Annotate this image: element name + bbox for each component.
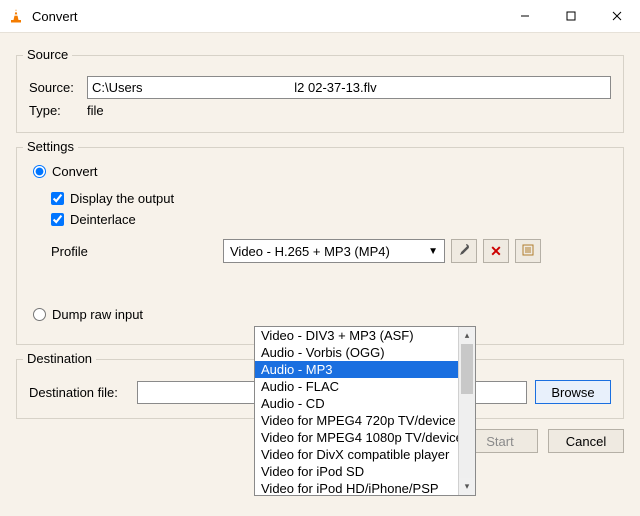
window-title: Convert bbox=[32, 9, 502, 24]
profile-combobox[interactable]: Video - H.265 + MP3 (MP4) ▼ bbox=[223, 239, 445, 263]
destination-legend: Destination bbox=[23, 351, 96, 366]
convert-radio-label: Convert bbox=[52, 164, 98, 179]
profile-option[interactable]: Audio - MP3 bbox=[255, 361, 475, 378]
wrench-icon bbox=[457, 243, 471, 260]
settings-group: Settings Convert Display the output Dein… bbox=[16, 147, 624, 345]
source-label: Source: bbox=[29, 80, 87, 95]
profile-option[interactable]: Video - DIV3 + MP3 (ASF) bbox=[255, 327, 475, 344]
deinterlace-checkbox[interactable]: Deinterlace bbox=[51, 212, 611, 227]
source-legend: Source bbox=[23, 47, 72, 62]
deinterlace-label: Deinterlace bbox=[70, 212, 136, 227]
display-output-label: Display the output bbox=[70, 191, 174, 206]
minimize-button[interactable] bbox=[502, 0, 548, 33]
dump-raw-radio-label: Dump raw input bbox=[52, 307, 143, 322]
titlebar: Convert bbox=[0, 0, 640, 33]
profile-option[interactable]: Video for iPod HD/iPhone/PSP bbox=[255, 480, 475, 495]
delete-profile-button[interactable]: ✕ bbox=[483, 239, 509, 263]
profile-option[interactable]: Video for MPEG4 1080p TV/device bbox=[255, 429, 475, 446]
convert-radio-input[interactable] bbox=[33, 165, 46, 178]
edit-profile-button[interactable] bbox=[451, 239, 477, 263]
delete-x-icon: ✕ bbox=[490, 243, 502, 260]
dump-raw-radio[interactable]: Dump raw input bbox=[33, 307, 611, 322]
display-output-checkbox-input[interactable] bbox=[51, 192, 64, 205]
new-profile-button[interactable] bbox=[515, 239, 541, 263]
type-label: Type: bbox=[29, 103, 87, 118]
convert-radio[interactable]: Convert bbox=[33, 164, 611, 179]
cancel-button-label: Cancel bbox=[566, 434, 606, 449]
profile-dropdown-list[interactable]: Video - DIV3 + MP3 (ASF)Audio - Vorbis (… bbox=[254, 326, 476, 496]
cancel-button[interactable]: Cancel bbox=[548, 429, 624, 453]
dump-raw-radio-input[interactable] bbox=[33, 308, 46, 321]
close-button[interactable] bbox=[594, 0, 640, 33]
profile-option[interactable]: Audio - CD bbox=[255, 395, 475, 412]
maximize-button[interactable] bbox=[548, 0, 594, 33]
vlc-cone-icon bbox=[8, 8, 24, 24]
start-button-label: Start bbox=[486, 434, 513, 449]
profile-label: Profile bbox=[51, 244, 223, 259]
destination-label: Destination file: bbox=[29, 385, 137, 400]
dropdown-scrollbar[interactable]: ▴ ▾ bbox=[458, 327, 475, 495]
source-input[interactable] bbox=[87, 76, 611, 99]
type-value: file bbox=[87, 103, 104, 118]
scroll-thumb[interactable] bbox=[461, 344, 473, 394]
profile-option[interactable]: Video for MPEG4 720p TV/device bbox=[255, 412, 475, 429]
settings-legend: Settings bbox=[23, 139, 78, 154]
profile-option[interactable]: Video for iPod SD bbox=[255, 463, 475, 480]
profile-option[interactable]: Video for DivX compatible player bbox=[255, 446, 475, 463]
scroll-up-button[interactable]: ▴ bbox=[459, 327, 475, 344]
chevron-down-icon: ▼ bbox=[428, 246, 438, 257]
new-profile-icon bbox=[521, 243, 535, 260]
profile-option[interactable]: Audio - Vorbis (OGG) bbox=[255, 344, 475, 361]
profile-selected-value: Video - H.265 + MP3 (MP4) bbox=[230, 244, 390, 259]
scroll-down-button[interactable]: ▾ bbox=[459, 478, 475, 495]
source-group: Source Source: Type: file bbox=[16, 55, 624, 133]
browse-button[interactable]: Browse bbox=[535, 380, 611, 404]
deinterlace-checkbox-input[interactable] bbox=[51, 213, 64, 226]
display-output-checkbox[interactable]: Display the output bbox=[51, 191, 611, 206]
profile-option[interactable]: Audio - FLAC bbox=[255, 378, 475, 395]
browse-button-label: Browse bbox=[551, 385, 594, 400]
